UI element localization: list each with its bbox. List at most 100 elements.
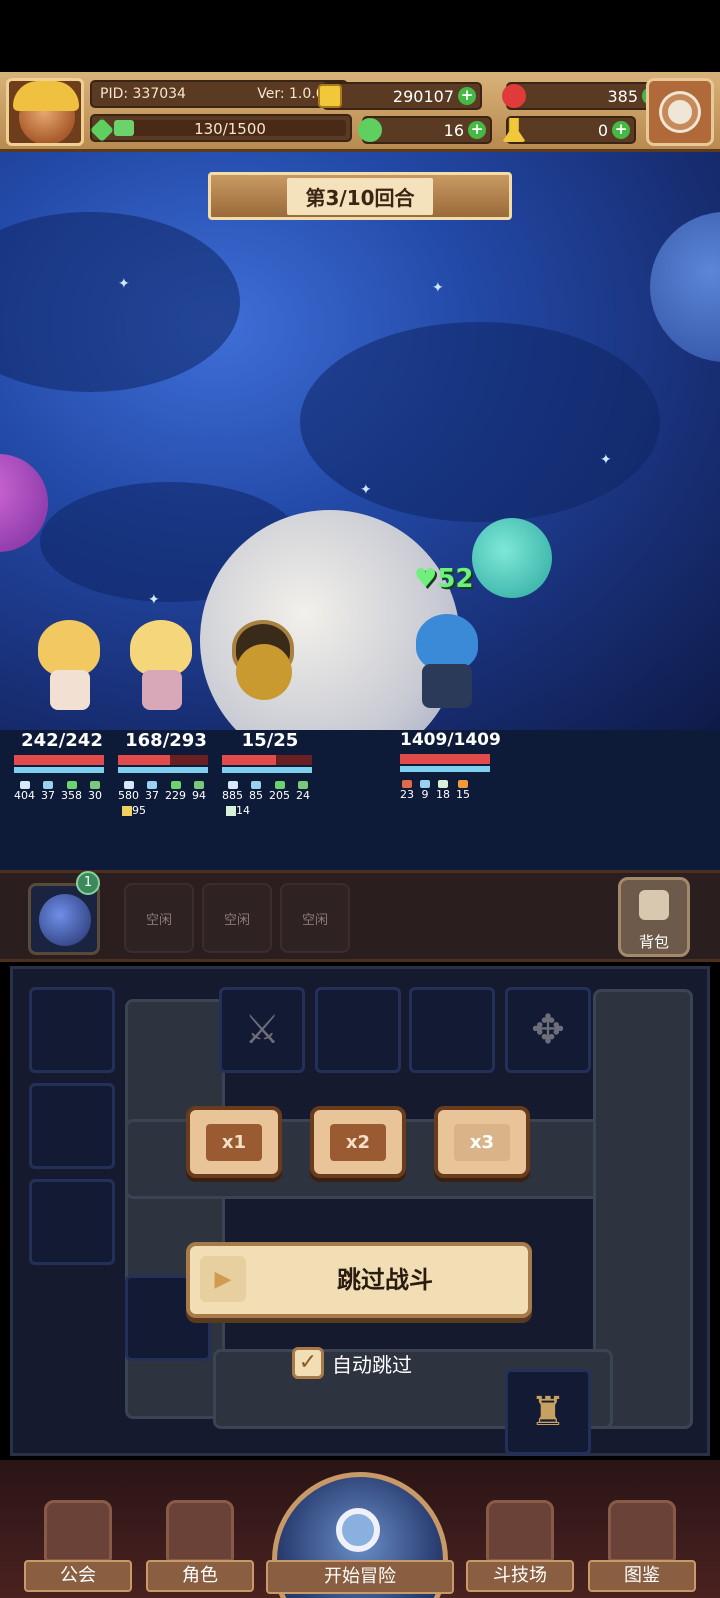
nav-codex[interactable]: 图鉴 — [588, 1500, 696, 1594]
add-gold-button[interactable]: + — [458, 87, 476, 105]
star-icon: ✦ — [118, 276, 130, 292]
hero-body — [236, 644, 292, 700]
hero-golden-orb[interactable] — [218, 614, 306, 714]
star-icon: ✦ — [148, 592, 160, 608]
skip-battle-button[interactable]: ▶ 跳过战斗 — [186, 1242, 532, 1318]
nav-arena[interactable]: 斗技场 — [466, 1500, 574, 1594]
hero-body — [142, 670, 182, 710]
clover-icon — [358, 118, 382, 142]
enemy-head — [416, 614, 478, 670]
add-clover-button[interactable]: + — [468, 121, 486, 139]
key-amount: 0 — [597, 120, 608, 140]
nav-start-adventure[interactable]: 开始冒险 — [266, 1472, 454, 1598]
star-icon: ✦ — [432, 280, 444, 296]
nav-arena-label: 斗技场 — [466, 1560, 574, 1592]
map-cell[interactable] — [315, 987, 401, 1073]
skip-battle-label: 跳过战斗 — [337, 1266, 433, 1294]
crit-icon — [194, 781, 204, 789]
auto-skip-toggle[interactable]: ✓ 自动跳过 — [292, 1346, 412, 1380]
combat-stats-area: 242/242 404 37 358 30 168/293 580 37 229… — [0, 730, 720, 870]
idle-slot-1[interactable]: 空闲 — [124, 883, 194, 953]
helmet-icon: ♜ — [530, 1389, 566, 1435]
map-cell[interactable]: ⚔ — [219, 987, 305, 1073]
player-avatar[interactable] — [6, 78, 84, 146]
hp-fill — [222, 755, 276, 765]
idle-slot-3[interactable]: 空闲 — [280, 883, 350, 953]
attr-value: 885 — [222, 789, 243, 802]
magnifier-icon — [336, 1508, 380, 1552]
dungeon-map: ⚔ ✥ ♜ — [10, 966, 710, 1456]
settings-button[interactable] — [646, 78, 714, 146]
attack-attr: 885 — [222, 781, 243, 802]
attr-value: 24 — [296, 789, 310, 802]
backpack-button[interactable]: 背包 — [618, 877, 690, 957]
clover-resource: 16 + — [358, 116, 492, 144]
gear-icon — [662, 94, 698, 130]
map-cell[interactable] — [29, 1179, 115, 1265]
map-cell[interactable] — [29, 987, 115, 1073]
speed-x3-button[interactable]: x3 — [434, 1106, 530, 1178]
hero-mp-bar — [222, 767, 312, 773]
backpack-label: 背包 — [638, 933, 669, 951]
hero-hp-bar — [222, 755, 312, 765]
attr-value: 205 — [269, 789, 290, 802]
heal-amount: 52 — [437, 564, 474, 594]
hero-body — [50, 670, 90, 710]
round-banner: 第3/10回合 — [208, 172, 512, 220]
hero-spear-girl[interactable] — [24, 614, 112, 714]
defense-icon — [420, 780, 430, 788]
battle-scene: ✦ ✦ ✦ ✦ ✦ 第3/10回合 ♥52 — [0, 152, 720, 730]
crit-attr: 24 — [296, 781, 310, 802]
nebula-cloud — [0, 212, 240, 392]
nav-character[interactable]: 角色 — [146, 1500, 254, 1594]
map-cell[interactable] — [409, 987, 495, 1073]
attr-value: 15 — [456, 788, 470, 801]
hero-hp-text: 168/293 — [125, 730, 207, 751]
attr-value: 358 — [61, 789, 82, 802]
hero-1-stats: 242/242 404 37 358 30 — [14, 730, 110, 802]
speed-attr: 18 — [436, 780, 450, 801]
enemy-hp-text: 1409/1409 — [400, 730, 501, 750]
key-resource: 0 + — [502, 116, 636, 144]
hp-fill — [14, 755, 104, 765]
gold-resource: 290107 + — [318, 82, 482, 110]
attack-icon — [402, 780, 412, 788]
bird-emblem-icon: ✥ — [531, 1007, 565, 1053]
heal-popup: ♥52 — [414, 564, 474, 594]
hero-hp-text: 242/242 — [21, 730, 103, 751]
skill-slot-row: 1 空闲 空闲 空闲 背包 — [0, 870, 720, 962]
mp-fill — [400, 766, 490, 772]
add-key-button[interactable]: + — [612, 121, 630, 139]
auto-skip-label: 自动跳过 — [332, 1352, 412, 1377]
map-cell[interactable]: ✥ — [505, 987, 591, 1073]
defense-icon — [251, 781, 261, 789]
attack-icon — [123, 781, 134, 789]
speed-x2-button[interactable]: x2 — [310, 1106, 406, 1178]
attr-value: 94 — [192, 789, 206, 802]
hero-hp-bar — [14, 755, 104, 765]
enemy-body — [422, 664, 472, 708]
map-cell[interactable] — [29, 1083, 115, 1169]
energy-icon — [90, 118, 114, 142]
crossed-swords-icon — [486, 1500, 554, 1562]
nav-guild[interactable]: 公会 — [24, 1500, 132, 1594]
enemy-blue-demon[interactable] — [392, 604, 500, 714]
mp-fill — [222, 767, 312, 773]
attr-value: 580 — [118, 789, 139, 802]
hero-shell-girl[interactable] — [116, 614, 204, 714]
crit-attr: 30 — [88, 781, 102, 802]
hp-fill — [400, 754, 490, 764]
auto-skip-checkbox[interactable]: ✓ — [292, 1347, 324, 1379]
enemy-stats: 1409/1409 23 9 18 15 — [400, 730, 501, 801]
map-cell[interactable]: ♜ — [505, 1369, 591, 1455]
defense-icon — [147, 781, 157, 789]
idle-slot-2[interactable]: 空闲 — [202, 883, 272, 953]
speed-x1-button[interactable]: x1 — [186, 1106, 282, 1178]
mp-fill — [118, 767, 208, 773]
hero-hp-text: 15/25 — [241, 730, 299, 751]
crit-icon — [90, 781, 100, 789]
attack-attr: 580 — [118, 781, 139, 802]
star-icon: ✦ — [360, 482, 372, 498]
energy-box: 130/1500 — [90, 114, 352, 142]
avatar-hair — [13, 81, 79, 111]
